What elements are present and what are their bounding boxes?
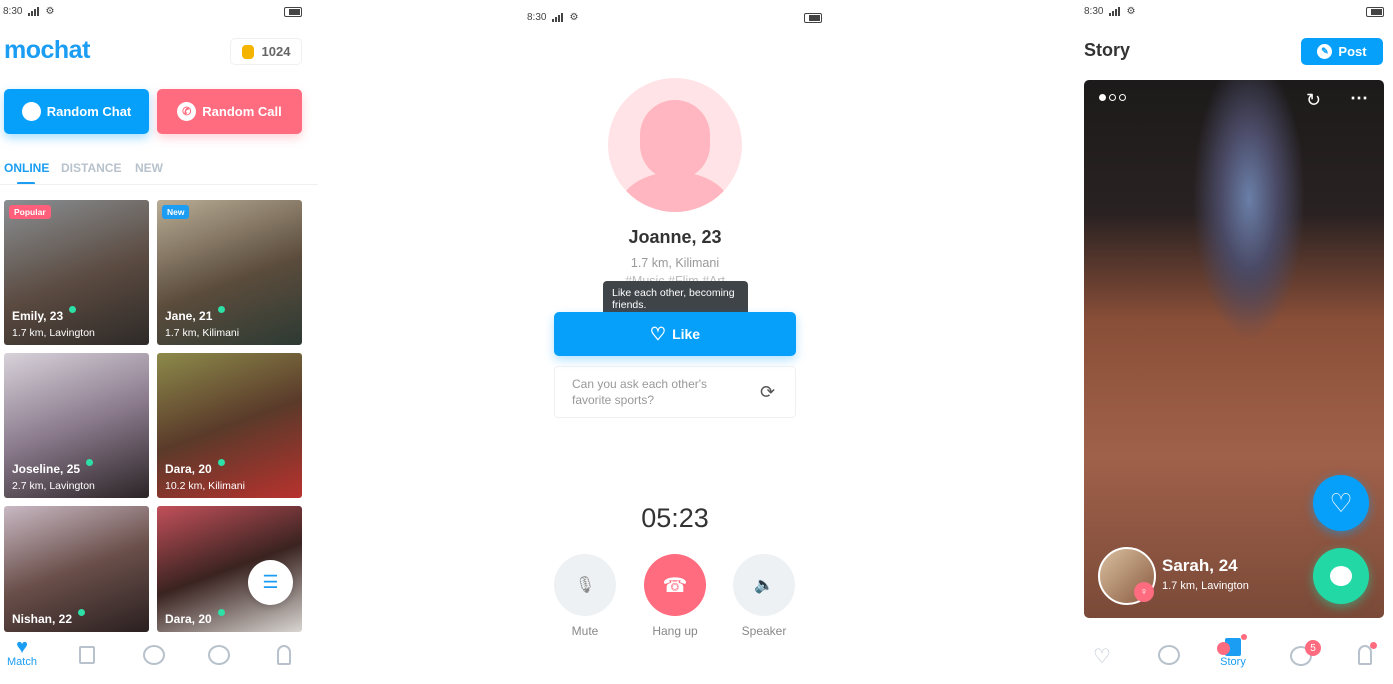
online-dot xyxy=(69,306,77,313)
mute-button[interactable]: 🎙 xyxy=(554,554,616,616)
signal-icon xyxy=(28,7,40,16)
nav-match[interactable]: ♥ Match xyxy=(2,636,42,668)
signal-icon xyxy=(1109,7,1121,16)
chat-bubble-icon xyxy=(1330,566,1352,586)
battery-icon xyxy=(804,13,822,23)
speaker-button[interactable]: 🔈 xyxy=(733,554,795,616)
profile-icon[interactable] xyxy=(277,645,291,665)
page-title: Story xyxy=(1084,40,1131,60)
hang-up-icon: ☎ xyxy=(662,574,688,597)
signal-icon xyxy=(552,13,564,22)
online-dot xyxy=(217,459,225,466)
gear-icon: ⚙ xyxy=(1126,6,1136,17)
chat-icon[interactable] xyxy=(143,645,165,665)
story-icon xyxy=(1217,634,1247,656)
tab-distance[interactable]: DISTANCE xyxy=(61,161,121,175)
coin-balance[interactable]: 1024 xyxy=(230,38,302,65)
gear-icon: ⚙ xyxy=(45,6,55,17)
status-bar: 8:30 ⚙ xyxy=(3,6,55,17)
bubbles-icon[interactable] xyxy=(1158,645,1180,665)
tab-new[interactable]: NEW xyxy=(135,161,163,175)
profile-icon[interactable] xyxy=(1358,645,1372,665)
hang-up-button[interactable]: ☎ xyxy=(644,554,706,616)
online-dot xyxy=(217,609,225,616)
divider xyxy=(0,184,318,185)
like-story-button[interactable]: ♡ xyxy=(1313,475,1369,531)
female-icon: ♀ xyxy=(1134,582,1154,602)
tooltip: Like each other, becoming friends. xyxy=(603,281,748,316)
story-progress-dots xyxy=(1099,94,1126,101)
share-icon[interactable]: ↻ xyxy=(1306,90,1321,111)
tab-online[interactable]: ONLINE xyxy=(4,161,49,175)
notification-dot xyxy=(1370,642,1377,649)
heart-outline-icon: ♡ xyxy=(1329,487,1353,518)
phone-icon: ✆ xyxy=(177,102,197,121)
heart-icon[interactable]: ♡ xyxy=(1093,644,1111,669)
story-card[interactable]: ↻ ⋯ ♀ Sarah, 24 1.7 km, Lavington xyxy=(1084,80,1384,618)
heart-outline-icon: ♡ xyxy=(649,323,667,344)
chat-bubble-icon xyxy=(21,102,41,121)
speaker-icon: 🔈 xyxy=(754,577,774,594)
like-button[interactable]: ♡ Like xyxy=(554,312,796,356)
user-card[interactable]: Popular Emily, 23 1.7 km, Lavington xyxy=(4,200,149,345)
filter-button[interactable]: ☰ xyxy=(248,560,293,605)
battery-icon xyxy=(1366,7,1384,17)
story-user-name: Sarah, 24 xyxy=(1162,556,1238,575)
random-chat-button[interactable]: Random Chat xyxy=(4,89,149,134)
gear-icon: ⚙ xyxy=(569,12,579,23)
heart-icon: ♥ xyxy=(16,636,28,658)
online-dot xyxy=(86,459,94,466)
nav-story[interactable]: Story xyxy=(1213,634,1253,668)
mic-off-icon: 🎙 xyxy=(574,577,596,594)
cards-icon[interactable] xyxy=(79,646,95,664)
sliders-icon: ☰ xyxy=(262,572,279,592)
unread-badge: 5 xyxy=(1305,640,1321,656)
edit-icon: ✎ xyxy=(1317,44,1333,59)
user-card[interactable]: Dara, 20 10.2 km, Kilimani xyxy=(157,353,302,498)
more-icon[interactable]: ⋯ xyxy=(1350,88,1368,109)
post-button[interactable]: ✎ Post xyxy=(1301,38,1383,65)
user-card[interactable]: Nishan, 22 xyxy=(4,506,149,632)
online-dot xyxy=(78,609,86,616)
coin-icon xyxy=(241,44,254,59)
refresh-icon[interactable]: ⟳ xyxy=(760,382,775,403)
bubbles-icon[interactable] xyxy=(208,645,230,665)
message-button[interactable] xyxy=(1313,548,1369,604)
user-card[interactable]: New Jane, 21 1.7 km, Kilimani xyxy=(157,200,302,345)
call-timer: 05:23 xyxy=(641,503,709,533)
online-dot xyxy=(218,306,226,313)
app-logo: mochat xyxy=(4,36,90,64)
random-call-button[interactable]: ✆ Random Call xyxy=(157,89,302,134)
status-bar: 8:30 ⚙ xyxy=(527,12,579,23)
avatar xyxy=(608,78,742,212)
battery-icon xyxy=(284,7,302,17)
caller-name: Joanne, 23 xyxy=(628,227,722,247)
status-bar: 8:30 ⚙ xyxy=(1084,6,1136,17)
story-user-location: 1.7 km, Lavington xyxy=(1162,580,1249,592)
caller-location: 1.7 km, Kilimani xyxy=(630,256,720,270)
user-card[interactable]: Joseline, 25 2.7 km, Lavington xyxy=(4,353,149,498)
